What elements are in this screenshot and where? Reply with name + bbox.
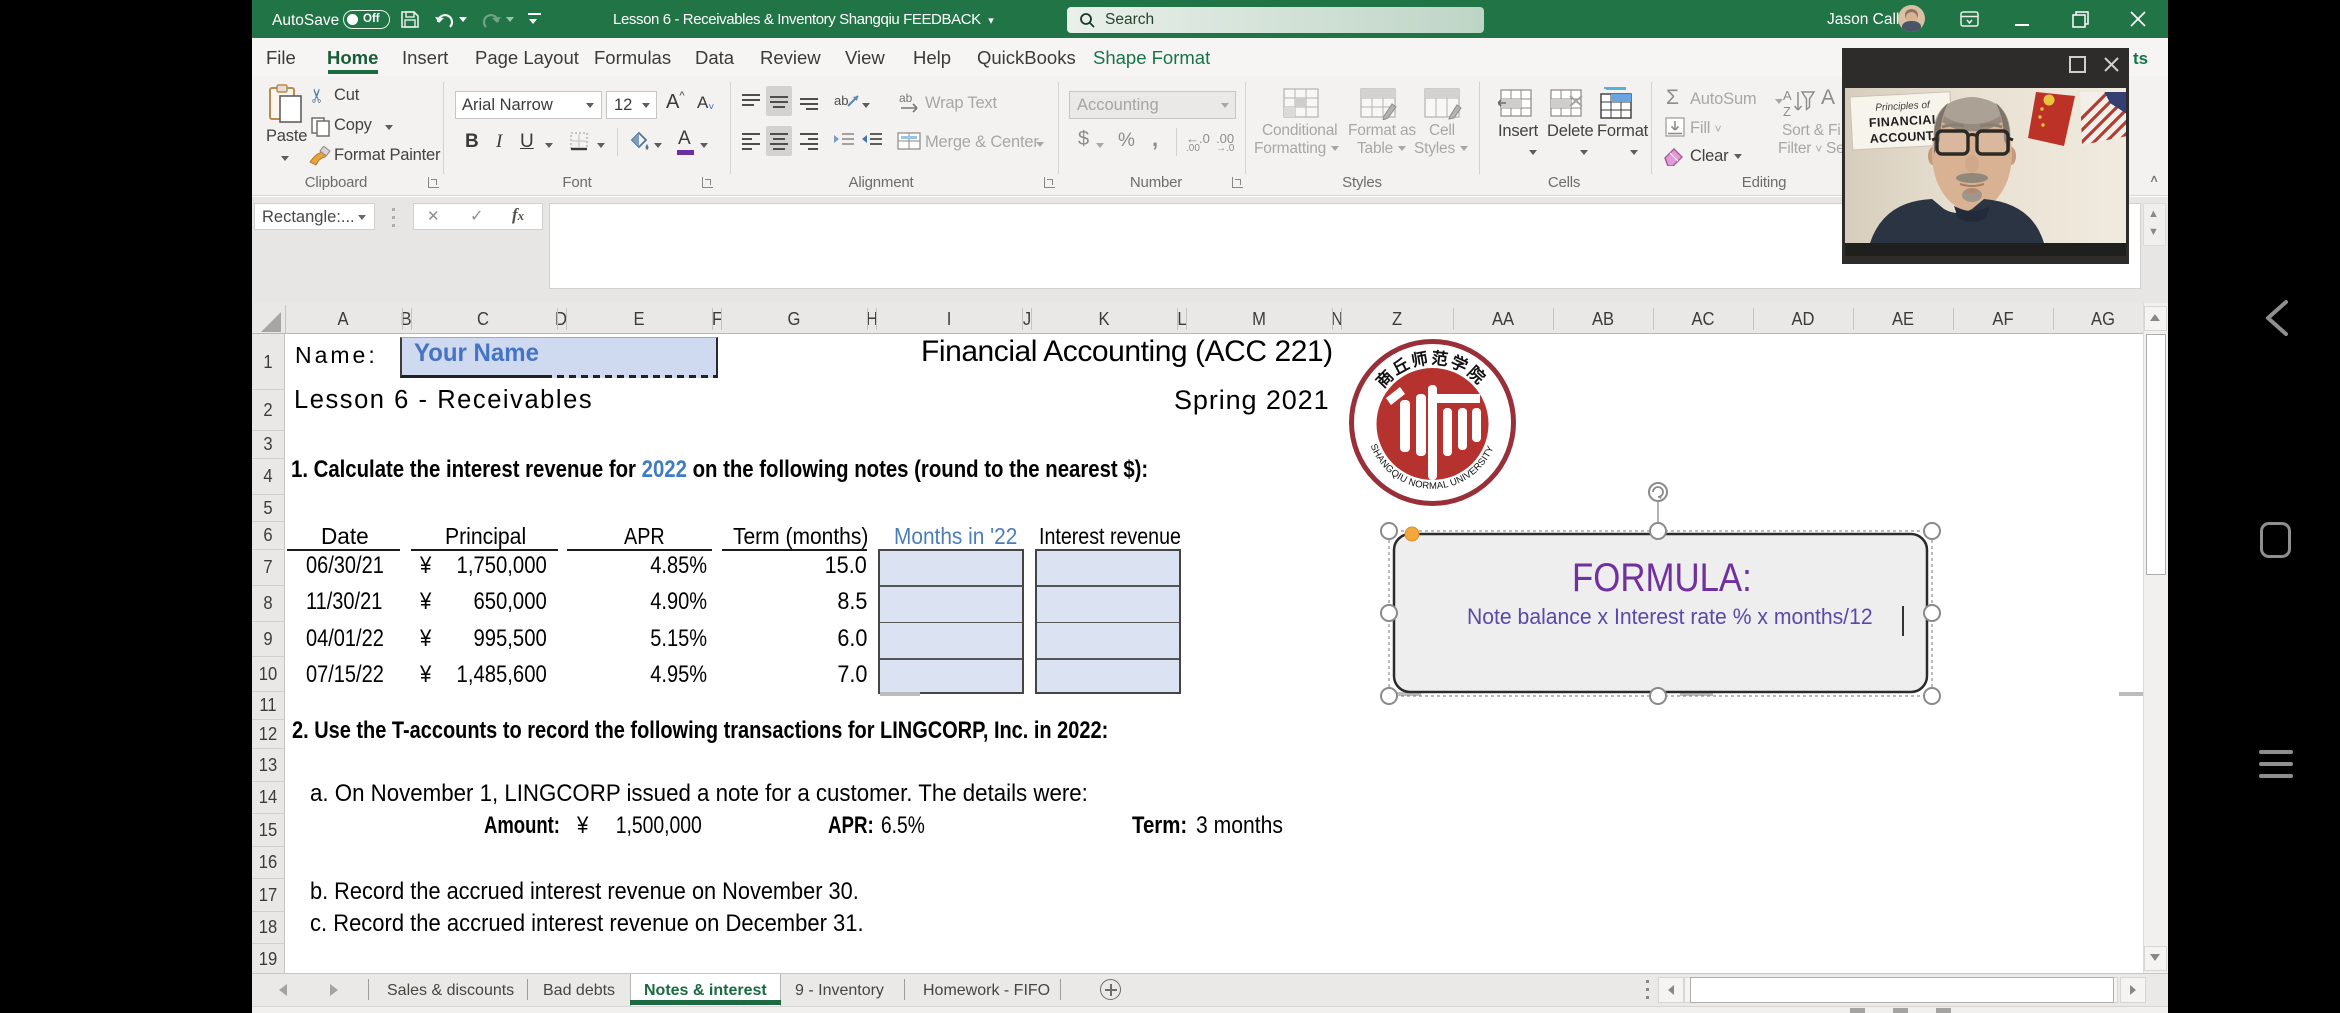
svg-text:ab: ab: [899, 91, 913, 105]
svg-text:ab: ab: [834, 93, 848, 108]
svg-text:A: A: [1783, 88, 1792, 103]
svg-text:Z: Z: [1783, 104, 1791, 119]
